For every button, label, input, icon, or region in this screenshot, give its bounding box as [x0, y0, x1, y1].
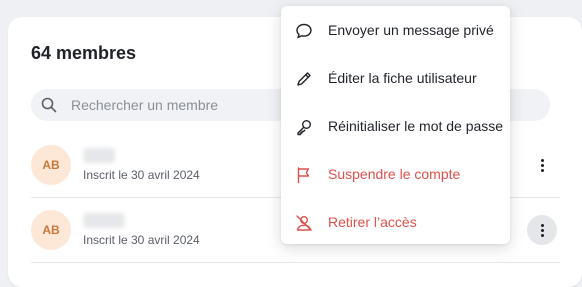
- user-remove-icon: [296, 215, 312, 231]
- more-vertical-icon: [540, 223, 544, 237]
- member-joined-date: Inscrit le 30 avril 2024: [83, 168, 200, 182]
- flag-icon: [297, 167, 310, 184]
- member-joined-date: Inscrit le 30 avril 2024: [83, 233, 200, 247]
- row-divider: [31, 262, 560, 263]
- menu-item-edit-profile[interactable]: Éditer la fiche utilisateur: [281, 56, 510, 100]
- menu-item-label: Envoyer un message privé: [328, 22, 494, 38]
- members-count-title: 64 membres: [31, 43, 137, 63]
- menu-item-revoke-access[interactable]: Retirer l’accès: [281, 200, 510, 244]
- chat-bubble-icon: [296, 23, 312, 39]
- more-vertical-icon: [540, 158, 544, 172]
- member-actions-button[interactable]: [527, 215, 557, 245]
- search-icon: [41, 97, 57, 113]
- menu-item-suspend-account[interactable]: Suspendre le compte: [281, 152, 510, 196]
- pencil-icon: [297, 72, 311, 86]
- avatar: AB: [31, 210, 71, 250]
- menu-item-label: Éditer la fiche utilisateur: [328, 70, 477, 86]
- member-actions-menu: Envoyer un message privé Éditer la fiche…: [281, 6, 510, 244]
- menu-item-label: Réinitialiser le mot de passe: [328, 118, 504, 134]
- menu-item-label: Retirer l’accès: [328, 214, 417, 230]
- member-actions-button[interactable]: [527, 150, 557, 180]
- avatar: AB: [31, 145, 71, 185]
- menu-item-reset-password[interactable]: Réinitialiser le mot de passe: [281, 104, 510, 148]
- menu-item-send-message[interactable]: Envoyer un message privé: [281, 8, 510, 52]
- menu-item-label: Suspendre le compte: [328, 166, 461, 182]
- key-icon: [297, 120, 311, 136]
- member-name-redacted: [83, 213, 125, 228]
- member-name-redacted: [83, 148, 115, 163]
